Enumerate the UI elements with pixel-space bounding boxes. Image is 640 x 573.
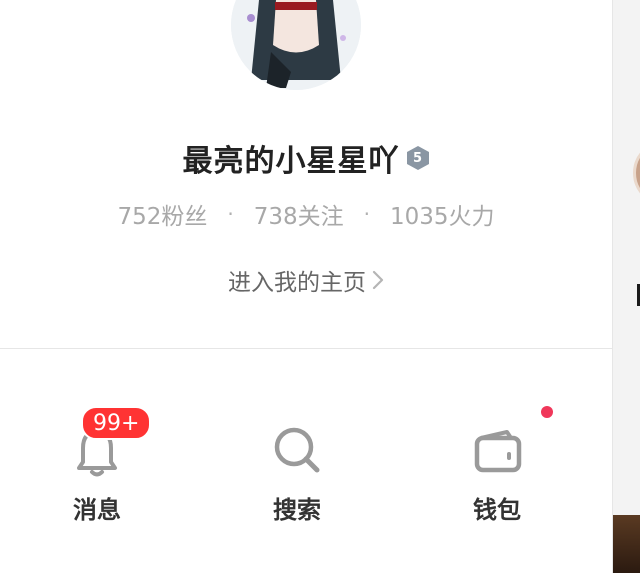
fans-count[interactable]: 752粉丝: [117, 197, 207, 231]
level-badge: 5: [406, 145, 430, 171]
divider: [0, 348, 612, 349]
stats-row: 752粉丝 · 738关注 · 1035火力: [0, 196, 612, 232]
unread-badge: 99+: [81, 406, 152, 440]
search-icon: [267, 420, 327, 480]
username[interactable]: 最亮的小星星吖: [183, 136, 400, 180]
wallet-button[interactable]: 钱包: [437, 420, 557, 530]
background-image: [613, 515, 640, 573]
messages-label: 消息: [73, 496, 121, 524]
homepage-link-label: 进入我的主页: [228, 270, 366, 296]
enter-homepage-link[interactable]: 进入我的主页: [0, 262, 612, 298]
fire-count[interactable]: 1035火力: [390, 197, 495, 231]
search-label: 搜索: [273, 496, 321, 524]
action-bar: 99+ 消息 搜索 钱包: [0, 406, 612, 530]
level-value: 5: [412, 150, 423, 166]
chevron-right-icon: [372, 270, 384, 290]
background-page-edge[interactable]: [612, 0, 640, 573]
bell-icon: 99+: [67, 406, 152, 480]
username-row: 最亮的小星星吖 5: [0, 136, 612, 180]
search-button[interactable]: 搜索: [237, 420, 357, 530]
stats-separator: ·: [227, 202, 234, 226]
avatar[interactable]: [231, 0, 361, 90]
notification-dot: [541, 406, 553, 418]
profile-panel: 最亮的小星星吖 5 752粉丝 · 738关注 · 1035火力 进入我的主页: [0, 0, 612, 573]
wallet-label: 钱包: [473, 496, 521, 524]
following-count[interactable]: 738关注: [254, 197, 344, 231]
messages-button[interactable]: 99+ 消息: [37, 406, 157, 530]
stats-separator: ·: [363, 202, 370, 226]
wallet-icon: [467, 420, 527, 480]
background-avatar: [633, 140, 640, 206]
